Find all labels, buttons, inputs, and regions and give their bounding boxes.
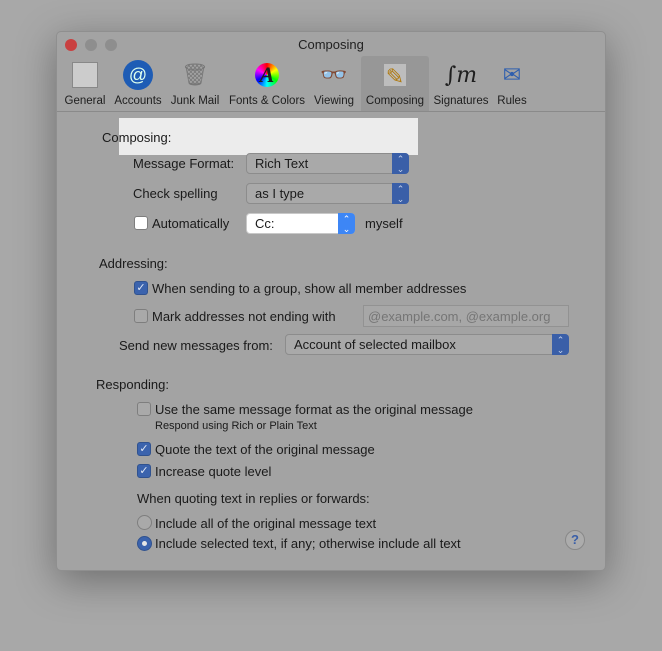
group-checkbox[interactable]: ✓ (134, 281, 148, 295)
auto-cc-select[interactable]: Cc: ⌃ ⌄ (246, 213, 355, 234)
tab-signatures[interactable]: ∫m Signatures (431, 56, 491, 111)
tab-label: General (64, 95, 106, 107)
tab-composing[interactable]: ✎ Composing (361, 56, 429, 111)
quote-checkbox[interactable]: ✓ (137, 442, 151, 456)
domain-input[interactable] (363, 305, 569, 327)
select-value: Account of selected mailbox (294, 337, 456, 352)
mark-checkbox[interactable] (134, 309, 148, 323)
tab-label: Rules (497, 95, 527, 107)
trash-icon: 🗑 (181, 62, 209, 87)
spell-label: Check spelling (133, 186, 218, 201)
select-value: as I type (255, 186, 305, 201)
tab-label: Fonts & Colors (228, 95, 306, 107)
format-label: Message Format: (133, 156, 235, 171)
addressing-heading: Addressing: (99, 256, 168, 271)
tab-rules[interactable]: ✉ Rules (495, 56, 529, 111)
tab-general[interactable]: General (63, 56, 107, 111)
chevron-updown-icon: ⌃ ⌄ (552, 334, 569, 355)
same-format-sublabel: Respond using Rich or Plain Text (155, 420, 317, 432)
quote-level-label: Increase quote level (155, 464, 272, 479)
preferences-window: Composing General @ Accounts 🗑 Junk Mail A… (56, 31, 606, 571)
tab-fonts-colors[interactable]: A Fonts & Colors (227, 56, 307, 111)
composing-heading: Composing: (102, 130, 172, 145)
window-title: Composing (298, 37, 364, 52)
same-format-checkbox[interactable] (137, 402, 151, 416)
at-icon: @ (122, 59, 154, 91)
mark-label: Mark addresses not ending with (152, 309, 336, 324)
tab-accounts[interactable]: @ Accounts (111, 56, 165, 111)
include-selected-label: Include selected text, if any; otherwise… (155, 536, 461, 551)
tab-label: Viewing (313, 95, 355, 107)
responding-heading: Responding: (96, 377, 169, 392)
chevron-updown-icon: ⌃ ⌄ (392, 153, 409, 174)
send-from-label: Send new messages from: (119, 338, 273, 353)
tab-viewing[interactable]: 👓 Viewing (311, 56, 357, 111)
check-spelling-select[interactable]: as I type ⌃ ⌄ (246, 183, 409, 204)
pencil-icon: ✎ (384, 64, 406, 89)
quote-level-checkbox[interactable]: ✓ (137, 464, 151, 478)
chevron-updown-icon: ⌃ ⌄ (392, 183, 409, 204)
quote-label: Quote the text of the original message (155, 442, 375, 457)
automatically-checkbox[interactable] (134, 216, 148, 230)
select-value: Cc: (255, 216, 275, 231)
quoting-label: When quoting text in replies or forwards… (137, 491, 370, 506)
select-value: Rich Text (255, 156, 309, 171)
include-all-label: Include all of the original message text (155, 516, 377, 531)
tab-label: Signatures (433, 95, 489, 107)
toolbar: Composing General @ Accounts 🗑 Junk Mail A… (57, 32, 605, 112)
include-selected-radio[interactable] (137, 536, 152, 551)
tab-label: Accounts (114, 95, 162, 107)
group-label: When sending to a group, show all member… (152, 281, 467, 296)
signature-icon: ∫m (444, 62, 478, 88)
tab-junk-mail[interactable]: 🗑 Junk Mail (169, 56, 221, 111)
rules-icon: ✉ (502, 62, 522, 87)
automatically-label: Automatically (152, 216, 230, 231)
tab-label: Junk Mail (170, 95, 220, 107)
same-format-label: Use the same message format as the origi… (155, 402, 473, 417)
switch-icon (69, 59, 101, 91)
chevron-updown-icon: ⌃ ⌄ (338, 213, 355, 234)
help-button[interactable]: ? (565, 530, 585, 550)
send-from-select[interactable]: Account of selected mailbox ⌃ ⌄ (285, 334, 569, 355)
include-all-radio[interactable] (137, 515, 152, 530)
myself-label: myself (365, 216, 403, 231)
tab-label: Composing (365, 95, 425, 107)
glasses-icon: 👓 (320, 62, 348, 87)
font-icon: A (251, 59, 283, 91)
message-format-select[interactable]: Rich Text ⌃ ⌄ (246, 153, 409, 174)
